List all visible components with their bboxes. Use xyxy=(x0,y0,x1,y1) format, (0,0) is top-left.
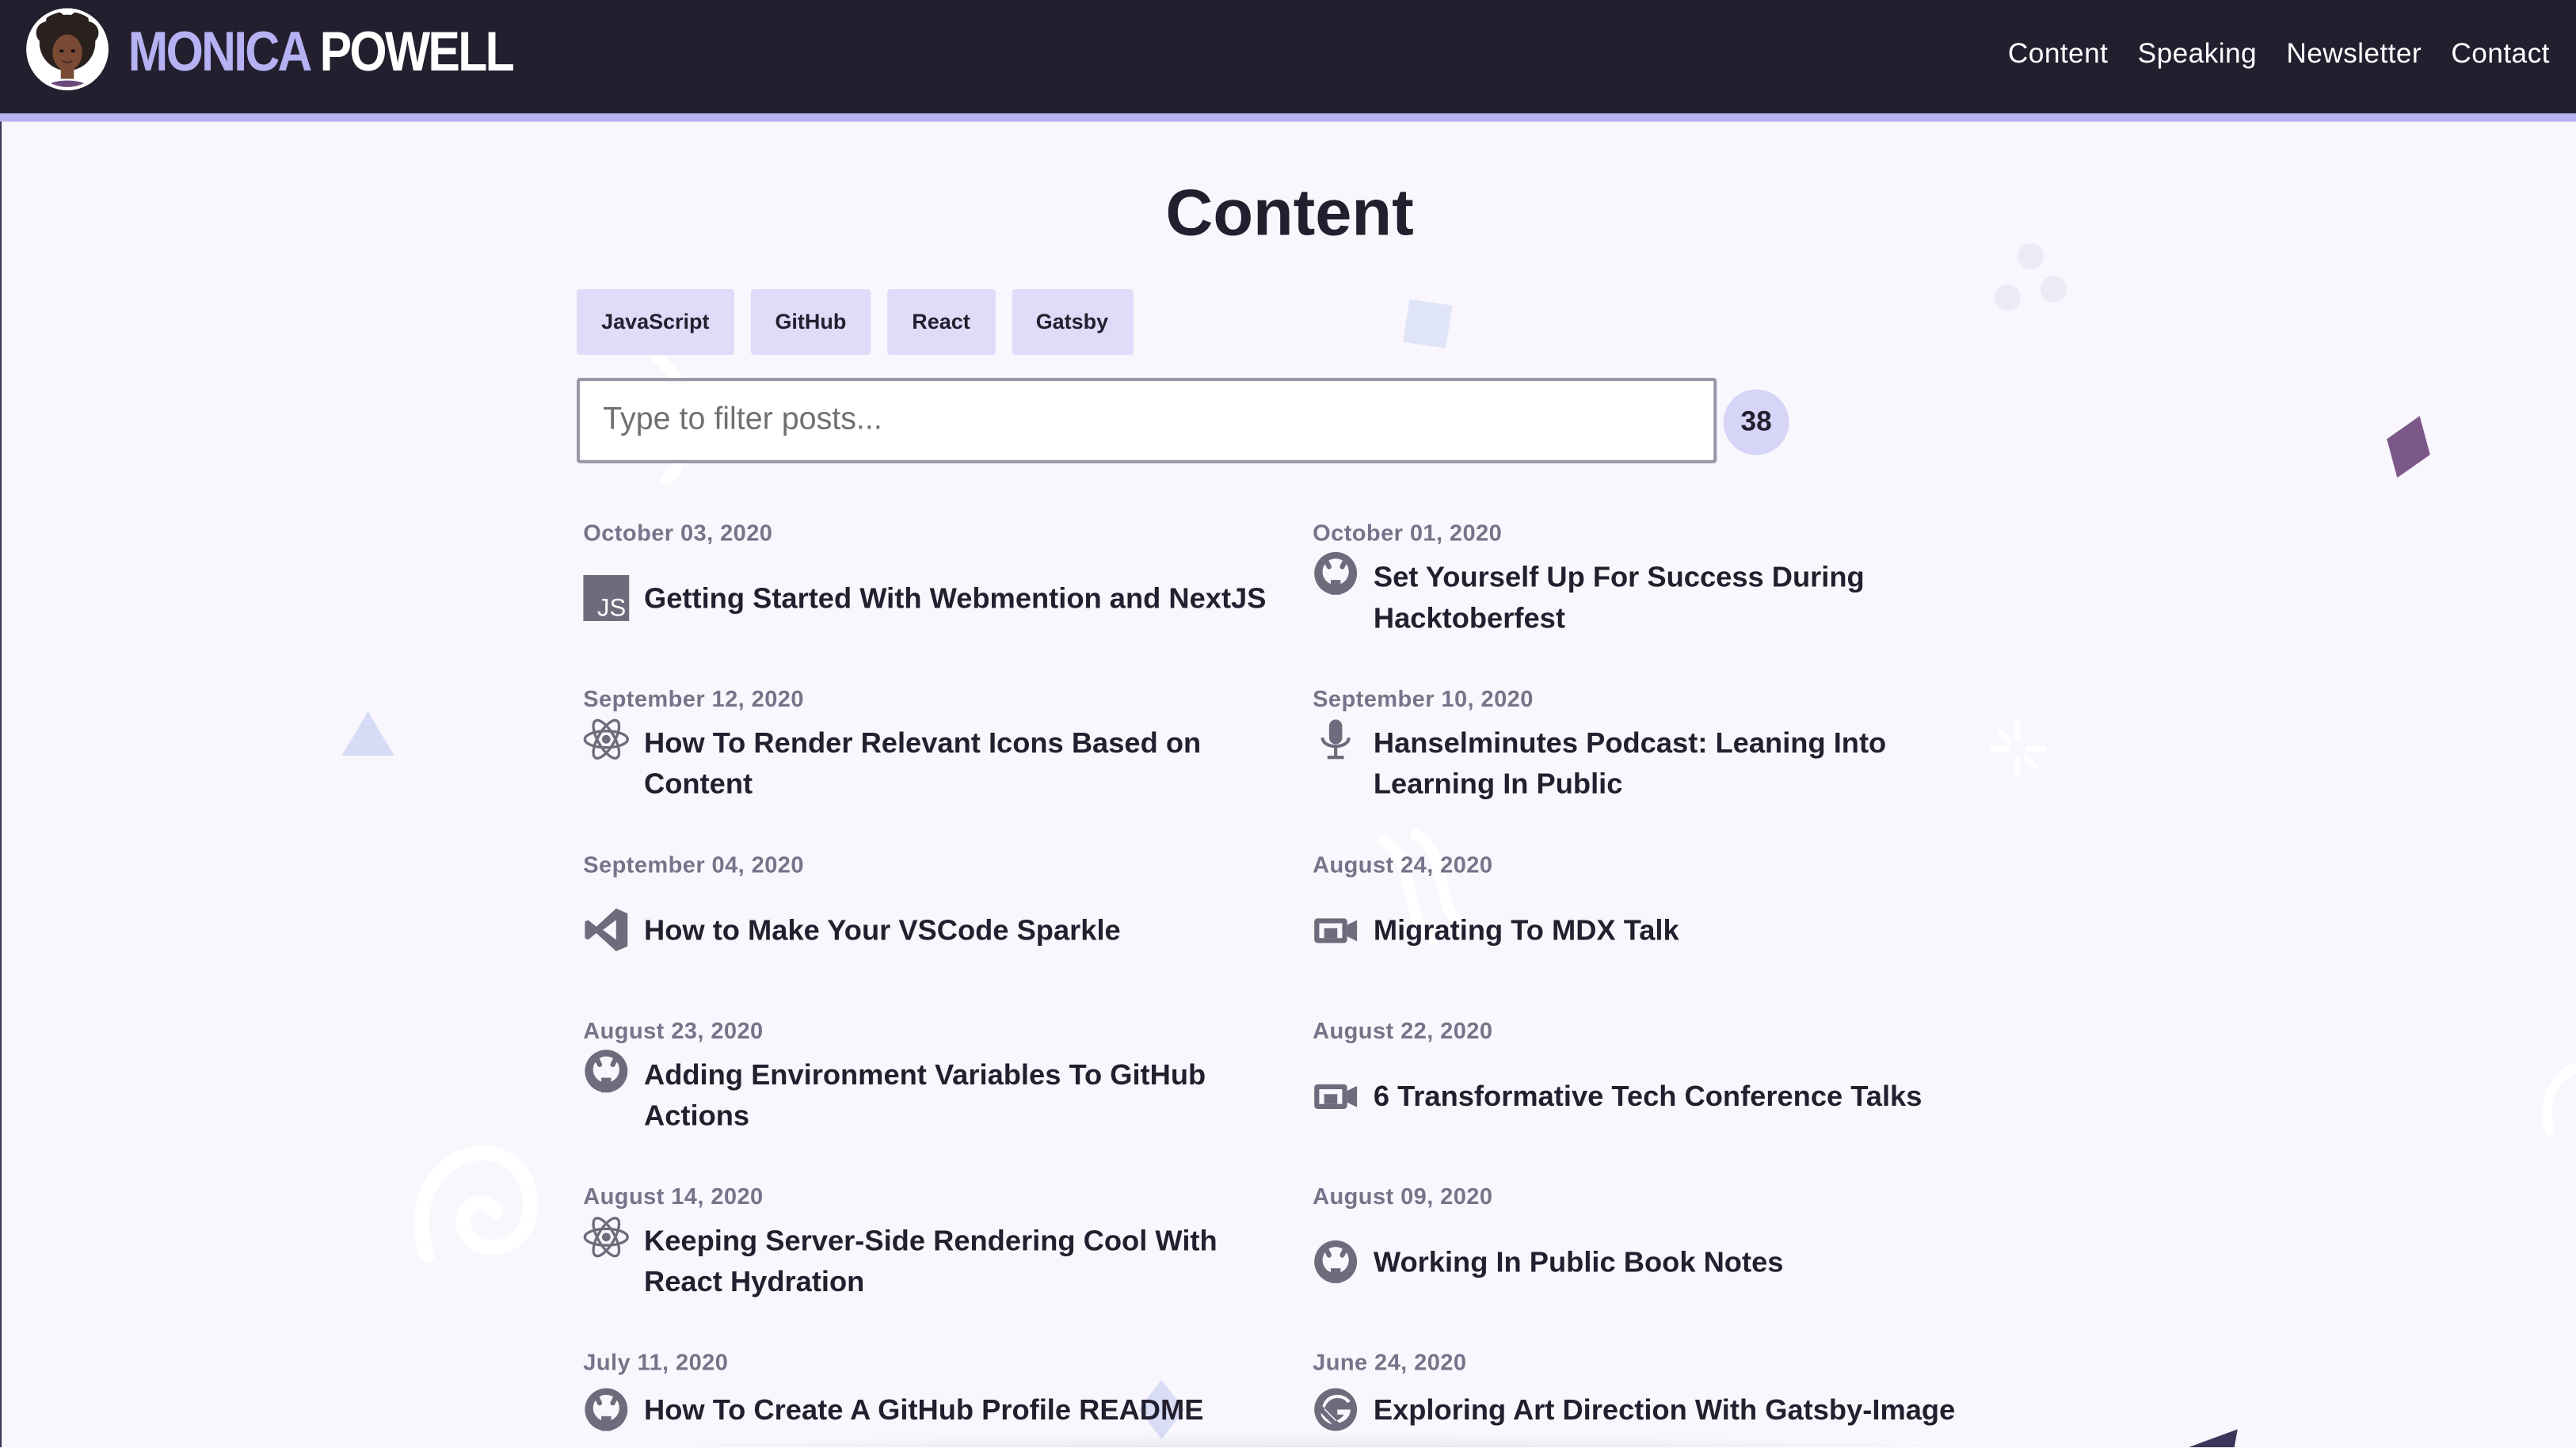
post-date: August 14, 2020 xyxy=(583,1183,764,1210)
brand-last-name: POWELL xyxy=(319,21,515,84)
post-title: Hanselminutes Podcast: Leaning Into Lear… xyxy=(1373,726,1887,801)
post-item[interactable]: August 24, 2020 Migrating To MDX Talk xyxy=(1313,851,2029,1016)
github-icon xyxy=(1313,1239,1358,1285)
decorative-diamond xyxy=(2387,416,2430,478)
post-title: 6 Transformative Tech Conference Talks xyxy=(1373,1078,1922,1112)
avatar[interactable] xyxy=(26,8,109,91)
post-date: August 22, 2020 xyxy=(1313,1016,1493,1043)
post-title: Working In Public Book Notes xyxy=(1373,1244,1784,1278)
filter-posts-input[interactable] xyxy=(576,378,1717,463)
post-title: Migrating To MDX Talk xyxy=(1373,913,1679,946)
post-item[interactable]: September 10, 2020 Hanselminutes Podcast… xyxy=(1313,685,2029,851)
post-date: October 01, 2020 xyxy=(1313,519,1503,546)
site-brand[interactable]: MONICA POWELL xyxy=(128,20,515,86)
brand-first-name: MONICA xyxy=(128,21,311,84)
post-title: How to Make Your VSCode Sparkle xyxy=(644,913,1121,946)
decorative-square xyxy=(1403,299,1453,349)
post-title: Exploring Art Direction With Gatsby-Imag… xyxy=(1373,1392,1956,1426)
post-title: Set Yourself Up For Success During Hackt… xyxy=(1373,560,1865,634)
decorative-arc xyxy=(2542,1062,2576,1136)
content-card-shadow xyxy=(459,1432,2136,1448)
post-item[interactable]: October 03, 2020 JS Getting Started With… xyxy=(583,519,1313,684)
post-date: September 10, 2020 xyxy=(1313,684,1534,712)
post-list: October 03, 2020 JS Getting Started With… xyxy=(583,519,2029,1447)
site-header: MONICA POWELL Content Speaking Newslette… xyxy=(0,0,2576,122)
post-item[interactable]: September 12, 2020 How To Render Relevan… xyxy=(583,685,1313,851)
tag-javascript[interactable]: JavaScript xyxy=(576,289,734,355)
vscode-icon xyxy=(583,907,629,953)
javascript-icon: JS xyxy=(583,574,630,621)
post-item[interactable]: August 22, 2020 6 Transformative Tech Co… xyxy=(1313,1017,2029,1183)
page: MONICA POWELL Content Speaking Newslette… xyxy=(0,0,2576,1448)
github-icon xyxy=(1313,551,1358,596)
post-date: July 11, 2020 xyxy=(583,1348,729,1375)
post-date: August 23, 2020 xyxy=(583,1016,764,1043)
react-icon xyxy=(583,716,629,762)
github-icon xyxy=(583,1048,629,1094)
window-left-edge xyxy=(0,121,2,1448)
decorative-spiral xyxy=(413,1145,539,1263)
nav-link-content[interactable]: Content xyxy=(2008,36,2108,73)
post-title: Adding Environment Variables To GitHub A… xyxy=(644,1057,1206,1132)
video-camera-icon xyxy=(1313,907,1358,953)
page-title: Content xyxy=(1165,177,1414,250)
post-date: June 24, 2020 xyxy=(1313,1348,1467,1375)
gatsby-icon xyxy=(1313,1386,1358,1432)
post-item[interactable]: October 01, 2020 Set Yourself Up For Suc… xyxy=(1313,519,2029,684)
decorative-triangle xyxy=(341,711,394,756)
nav-link-newsletter[interactable]: Newsletter xyxy=(2286,36,2422,73)
tag-filter-list: JavaScript GitHub React Gatsby xyxy=(576,289,1134,355)
avatar-illustration xyxy=(26,8,109,91)
post-item[interactable]: August 23, 2020 Adding Environment Varia… xyxy=(583,1017,1313,1183)
post-date: October 03, 2020 xyxy=(583,519,773,546)
github-icon xyxy=(583,1386,629,1432)
svg-text:JS: JS xyxy=(597,594,626,621)
tag-react[interactable]: React xyxy=(887,289,995,355)
video-camera-icon xyxy=(1313,1073,1358,1118)
post-date: September 12, 2020 xyxy=(583,684,804,712)
post-date: September 04, 2020 xyxy=(583,851,804,878)
microphone-icon xyxy=(1313,716,1358,762)
main-nav: Content Speaking Newsletter Contact xyxy=(2008,36,2550,73)
post-item[interactable]: September 04, 2020 How to Make Your VSCo… xyxy=(583,851,1313,1016)
post-date: August 24, 2020 xyxy=(1313,851,1493,878)
tag-github[interactable]: GitHub xyxy=(750,289,871,355)
post-title: Getting Started With Webmention and Next… xyxy=(644,581,1267,614)
nav-link-speaking[interactable]: Speaking xyxy=(2138,36,2257,73)
post-title: How To Create A GitHub Profile README xyxy=(644,1392,1204,1426)
post-date: August 09, 2020 xyxy=(1313,1183,1493,1210)
post-item[interactable]: August 14, 2020 Keeping Server-Side Rend… xyxy=(583,1183,1313,1348)
decorative-corner-shape xyxy=(2188,1429,2238,1448)
nav-link-contact[interactable]: Contact xyxy=(2451,36,2549,73)
filter-container xyxy=(576,378,1717,463)
post-title: How To Render Relevant Icons Based on Co… xyxy=(644,726,1202,801)
post-item[interactable]: August 09, 2020 Working In Public Book N… xyxy=(1313,1183,2029,1348)
tag-gatsby[interactable]: Gatsby xyxy=(1011,289,1134,355)
react-icon xyxy=(583,1214,629,1260)
post-title: Keeping Server-Side Rendering Cool With … xyxy=(644,1224,1218,1298)
post-count-badge: 38 xyxy=(1723,389,1789,455)
